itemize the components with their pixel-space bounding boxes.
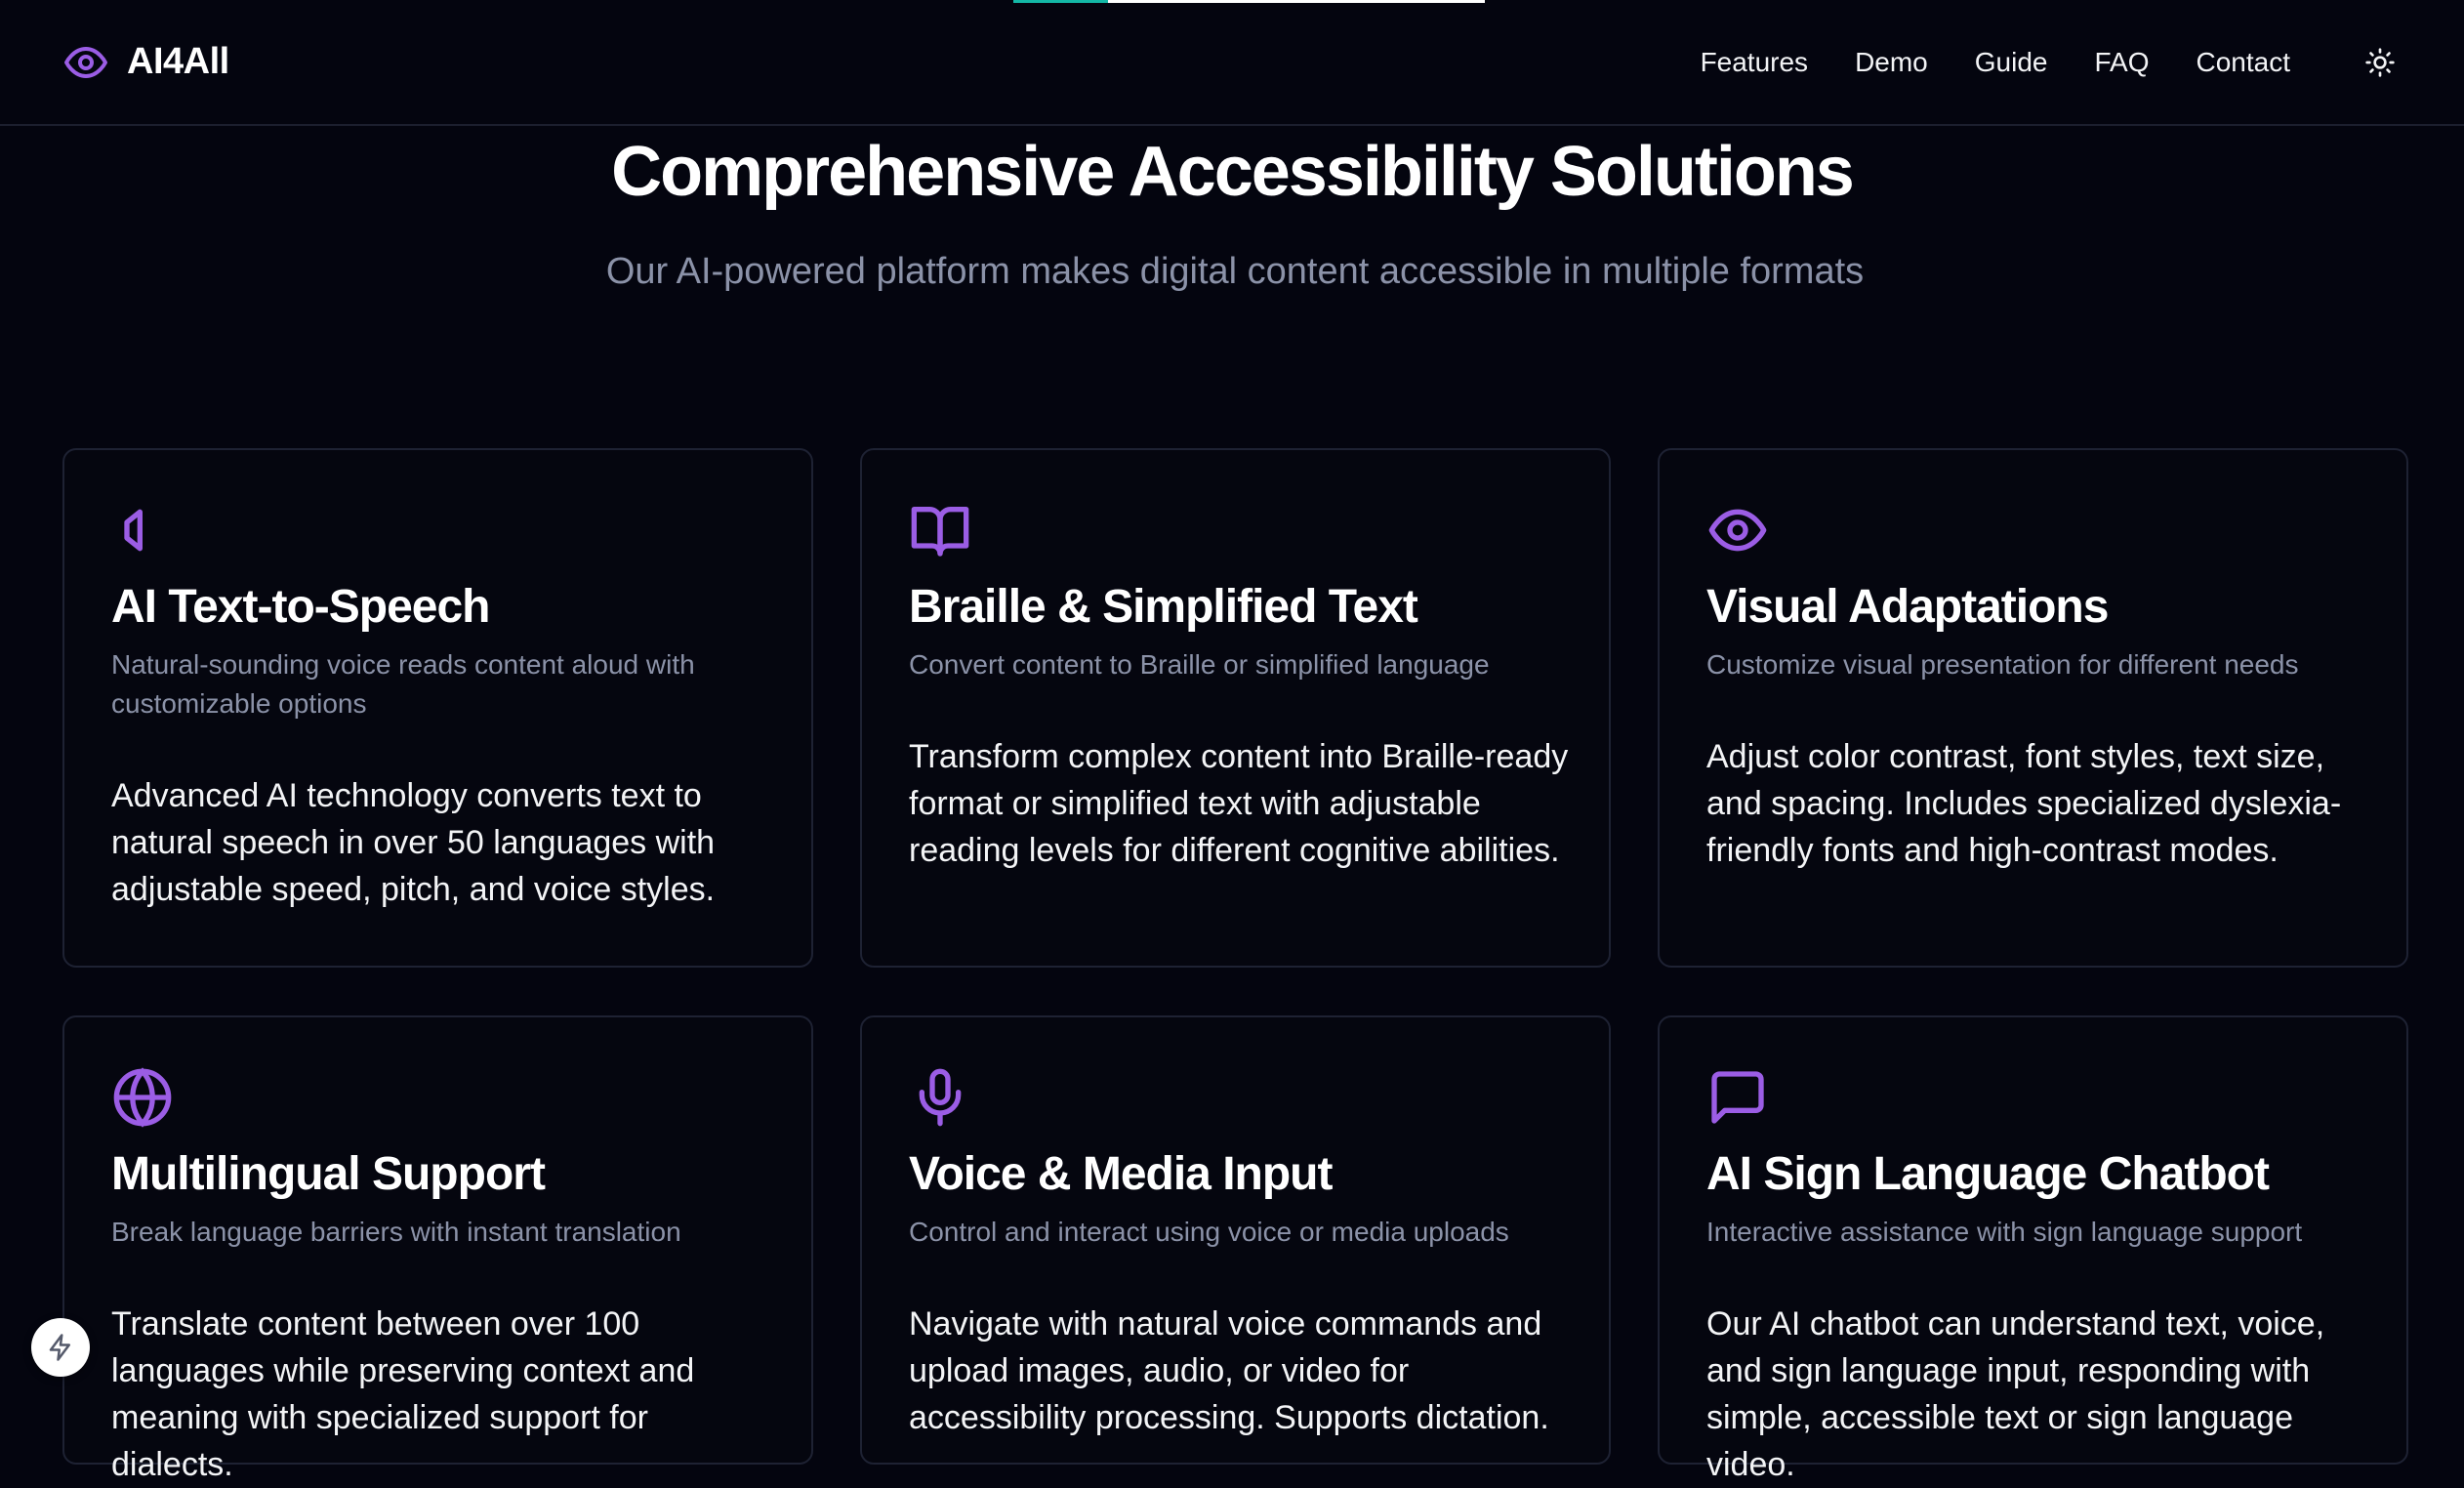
card-body: Translate content between over 100 langu… (111, 1305, 695, 1483)
microphone-icon (909, 1066, 971, 1129)
feature-card-multilingual: Multilingual Support Break language barr… (62, 1015, 813, 1483)
feature-card-tts: AI Text-to-Speech Natural-sounding voice… (62, 448, 813, 968)
nav-features[interactable]: Features (1701, 47, 1809, 78)
speaker-icon (111, 499, 174, 561)
card-title: Braille & Simplified Text (909, 581, 1418, 633)
eye-icon (62, 39, 109, 86)
book-open-icon (909, 499, 971, 561)
feature-card-voice: Voice & Media Input Control and interact… (860, 1015, 1611, 1465)
card-title: Voice & Media Input (909, 1148, 1333, 1200)
brand-name: AI4All (127, 41, 229, 82)
site-header: AI4All Features Demo Guide FAQ Contact (0, 0, 2464, 126)
feature-card-chatbot: AI Sign Language Chatbot Interactive ass… (1658, 1015, 2408, 1483)
globe-icon (111, 1066, 174, 1129)
quick-action-button[interactable] (31, 1318, 90, 1377)
card-body: Navigate with natural voice commands and… (909, 1305, 1549, 1436)
card-subtitle: Control and interact using voice or medi… (909, 1217, 1509, 1247)
feature-card-braille: Braille & Simplified Text Convert conten… (860, 448, 1611, 968)
lightning-icon (49, 1334, 70, 1361)
card-body: Adjust color contrast, font styles, text… (1706, 738, 2342, 869)
nav-faq[interactable]: FAQ (2094, 47, 2149, 78)
main-nav: Features Demo Guide FAQ Contact (1654, 41, 2402, 84)
card-subtitle: Convert content to Braille or simplified… (909, 649, 1490, 680)
card-title: Visual Adaptations (1706, 581, 2109, 633)
nav-guide[interactable]: Guide (1975, 47, 2048, 78)
message-square-icon (1706, 1066, 1769, 1129)
card-title: AI Text-to-Speech (111, 581, 490, 633)
card-subtitle: Interactive assistance with sign languag… (1706, 1217, 2303, 1247)
card-body: Advanced AI technology converts text to … (111, 777, 716, 908)
card-subtitle: Break language barriers with instant tra… (111, 1217, 681, 1247)
card-title: Multilingual Support (111, 1148, 546, 1200)
section-title: Comprehensive Accessibility Solutions (611, 133, 1855, 211)
section-subtitle: Our AI-powered platform makes digital co… (605, 251, 1865, 292)
eye-icon (1706, 499, 1769, 561)
nav-demo[interactable]: Demo (1855, 47, 1928, 78)
theme-toggle-button[interactable] (2359, 41, 2402, 84)
nav-contact[interactable]: Contact (2197, 47, 2291, 78)
sun-icon (2365, 47, 2395, 77)
card-subtitle: Natural-sounding voice reads content alo… (111, 649, 695, 719)
feature-card-visual: Visual Adaptations Customize visual pres… (1658, 448, 2408, 968)
card-title: AI Sign Language Chatbot (1706, 1148, 2270, 1200)
logo[interactable]: AI4All (62, 39, 229, 86)
card-body: Our AI chatbot can understand text, voic… (1706, 1305, 2325, 1483)
card-body: Transform complex content into Braille-r… (909, 738, 1569, 869)
card-subtitle: Customize visual presentation for differ… (1706, 649, 2299, 680)
